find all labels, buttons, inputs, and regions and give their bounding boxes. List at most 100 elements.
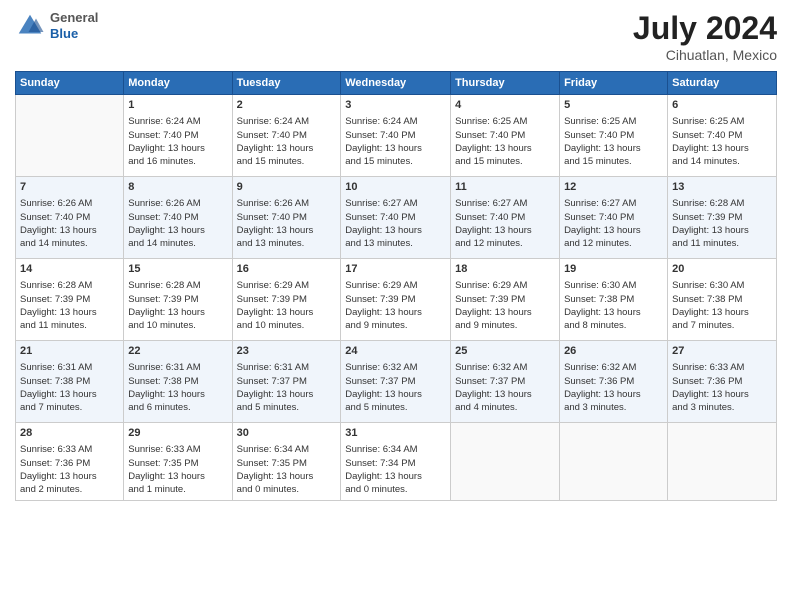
calendar-cell: 15Sunrise: 6:28 AMSunset: 7:39 PMDayligh… bbox=[124, 259, 232, 341]
day-info-line: and 0 minutes. bbox=[345, 483, 446, 496]
day-info-line: Sunrise: 6:24 AM bbox=[345, 115, 446, 128]
day-number: 16 bbox=[237, 262, 337, 277]
calendar-cell: 9Sunrise: 6:26 AMSunset: 7:40 PMDaylight… bbox=[232, 177, 341, 259]
month-year: July 2024 bbox=[633, 10, 777, 47]
day-info-line: and 11 minutes. bbox=[672, 237, 772, 250]
day-number: 14 bbox=[20, 262, 119, 277]
day-info-line: Daylight: 13 hours bbox=[237, 470, 337, 483]
calendar-cell: 26Sunrise: 6:32 AMSunset: 7:36 PMDayligh… bbox=[560, 341, 668, 423]
day-number: 24 bbox=[345, 344, 446, 359]
day-number: 7 bbox=[20, 180, 119, 195]
week-row-4: 21 Sunrise: 6:31 AM Sunset: 7:38 PM Dayligh… bbox=[16, 341, 777, 423]
day-info-line: Daylight: 13 hours bbox=[345, 224, 446, 237]
day-info-line: Daylight: 13 hours bbox=[20, 306, 119, 319]
day-info-line: Sunset: 7:36 PM bbox=[672, 375, 772, 388]
day-info-line: Sunset: 7:39 PM bbox=[20, 293, 119, 306]
calendar-cell: 27Sunrise: 6:33 AMSunset: 7:36 PMDayligh… bbox=[668, 341, 777, 423]
day-number: 8 bbox=[128, 180, 227, 195]
day-info-line: Sunset: 7:40 PM bbox=[128, 129, 227, 142]
day-info-line: Daylight: 13 hours bbox=[128, 470, 227, 483]
day-info-line: and 10 minutes. bbox=[237, 319, 337, 332]
day-info-line: and 0 minutes. bbox=[237, 483, 337, 496]
day-info-line: Sunset: 7:40 PM bbox=[564, 129, 663, 142]
calendar-cell bbox=[560, 423, 668, 501]
day-info-line: Daylight: 13 hours bbox=[455, 142, 555, 155]
day-info-line: Daylight: 13 hours bbox=[128, 388, 227, 401]
day-info-line: Sunset: 7:40 PM bbox=[345, 129, 446, 142]
calendar-cell: 17Sunrise: 6:29 AMSunset: 7:39 PMDayligh… bbox=[341, 259, 451, 341]
week-row-5: 28Sunrise: 6:33 AMSunset: 7:36 PMDayligh… bbox=[16, 423, 777, 501]
day-info-line: Sunrise: 6:26 AM bbox=[20, 197, 119, 210]
day-info-line: and 2 minutes. bbox=[20, 483, 119, 496]
calendar-body: 1Sunrise: 6:24 AMSunset: 7:40 PMDaylight… bbox=[16, 95, 777, 501]
day-info-line: Sunrise: 6:28 AM bbox=[128, 279, 227, 292]
day-info-line: and 8 minutes. bbox=[564, 319, 663, 332]
day-number: 29 bbox=[128, 426, 227, 441]
day-info-line: Sunrise: 6:24 AM bbox=[128, 115, 227, 128]
day-info-line: and 7 minutes. bbox=[672, 319, 772, 332]
day-info-line: Daylight: 13 hours bbox=[345, 388, 446, 401]
calendar-cell: 28Sunrise: 6:33 AMSunset: 7:36 PMDayligh… bbox=[16, 423, 124, 501]
calendar-cell: 29Sunrise: 6:33 AMSunset: 7:35 PMDayligh… bbox=[124, 423, 232, 501]
day-info-line: Sunrise: 6:27 AM bbox=[564, 197, 663, 210]
logo-line2: Blue bbox=[50, 26, 98, 42]
day-number: 4 bbox=[455, 98, 555, 113]
day-info-line: Sunrise: 6:33 AM bbox=[20, 443, 119, 456]
day-info-line: and 15 minutes. bbox=[345, 155, 446, 168]
day-info-line: Sunrise: 6:31 AM bbox=[128, 361, 227, 374]
day-number: 22 bbox=[128, 344, 227, 359]
calendar-cell: 7Sunrise: 6:26 AMSunset: 7:40 PMDaylight… bbox=[16, 177, 124, 259]
day-info-line: Daylight: 13 hours bbox=[345, 470, 446, 483]
calendar-cell: 23Sunrise: 6:31 AMSunset: 7:37 PMDayligh… bbox=[232, 341, 341, 423]
day-info-line: Sunrise: 6:34 AM bbox=[345, 443, 446, 456]
calendar-cell: 2Sunrise: 6:24 AMSunset: 7:40 PMDaylight… bbox=[232, 95, 341, 177]
day-number: 15 bbox=[128, 262, 227, 277]
page-header: General Blue July 2024 Cihuatlan, Mexico bbox=[15, 10, 777, 63]
day-info-line: Sunset: 7:40 PM bbox=[455, 129, 555, 142]
day-info-line: and 12 minutes. bbox=[455, 237, 555, 250]
calendar-cell: 21Sunrise: 6:31 AMSunset: 7:38 PMDayligh… bbox=[16, 341, 124, 423]
day-number: 6 bbox=[672, 98, 772, 113]
day-info-line: Sunrise: 6:28 AM bbox=[20, 279, 119, 292]
calendar-cell bbox=[668, 423, 777, 501]
day-number: 27 bbox=[672, 344, 772, 359]
day-info-line: and 15 minutes. bbox=[564, 155, 663, 168]
day-info-line: Sunset: 7:38 PM bbox=[20, 375, 119, 388]
day-number: 5 bbox=[564, 98, 663, 113]
day-number: 2 bbox=[237, 98, 337, 113]
day-info-line: Daylight: 13 hours bbox=[564, 388, 663, 401]
day-info-line: Daylight: 13 hours bbox=[672, 388, 772, 401]
day-info-line: Daylight: 13 hours bbox=[237, 142, 337, 155]
day-info-line: Sunrise: 6:26 AM bbox=[237, 197, 337, 210]
day-info-line: Sunrise: 6:29 AM bbox=[345, 279, 446, 292]
day-info-line: Daylight: 13 hours bbox=[455, 306, 555, 319]
day-info-line: and 9 minutes. bbox=[345, 319, 446, 332]
header-cell-sunday: Sunday bbox=[16, 72, 124, 95]
day-info-line: and 5 minutes. bbox=[237, 401, 337, 414]
day-info-line: Daylight: 13 hours bbox=[237, 224, 337, 237]
day-info-line: Daylight: 13 hours bbox=[20, 224, 119, 237]
day-info-line: Daylight: 13 hours bbox=[128, 224, 227, 237]
day-info-line: Daylight: 13 hours bbox=[672, 306, 772, 319]
calendar-cell: 20Sunrise: 6:30 AMSunset: 7:38 PMDayligh… bbox=[668, 259, 777, 341]
calendar-cell: 19Sunrise: 6:30 AMSunset: 7:38 PMDayligh… bbox=[560, 259, 668, 341]
day-number: 13 bbox=[672, 180, 772, 195]
day-info-line: Sunrise: 6:34 AM bbox=[237, 443, 337, 456]
day-number: 21 bbox=[20, 344, 119, 359]
calendar-header: SundayMondayTuesdayWednesdayThursdayFrid… bbox=[16, 72, 777, 95]
day-info-line: Daylight: 13 hours bbox=[128, 142, 227, 155]
day-info-line: and 7 minutes. bbox=[20, 401, 119, 414]
day-info-line: and 1 minute. bbox=[128, 483, 227, 496]
day-number: 20 bbox=[672, 262, 772, 277]
calendar-cell: 24Sunrise: 6:32 AMSunset: 7:37 PMDayligh… bbox=[341, 341, 451, 423]
day-info-line: Sunrise: 6:27 AM bbox=[455, 197, 555, 210]
day-info-line: Sunrise: 6:33 AM bbox=[128, 443, 227, 456]
calendar-cell: 13Sunrise: 6:28 AMSunset: 7:39 PMDayligh… bbox=[668, 177, 777, 259]
day-info-line: and 14 minutes. bbox=[128, 237, 227, 250]
logo-line1: General bbox=[50, 10, 98, 26]
week-row-1: 1Sunrise: 6:24 AMSunset: 7:40 PMDaylight… bbox=[16, 95, 777, 177]
day-info-line: Sunrise: 6:27 AM bbox=[345, 197, 446, 210]
day-info-line: and 3 minutes. bbox=[564, 401, 663, 414]
calendar-cell bbox=[451, 423, 560, 501]
day-info-line: Sunset: 7:39 PM bbox=[345, 293, 446, 306]
